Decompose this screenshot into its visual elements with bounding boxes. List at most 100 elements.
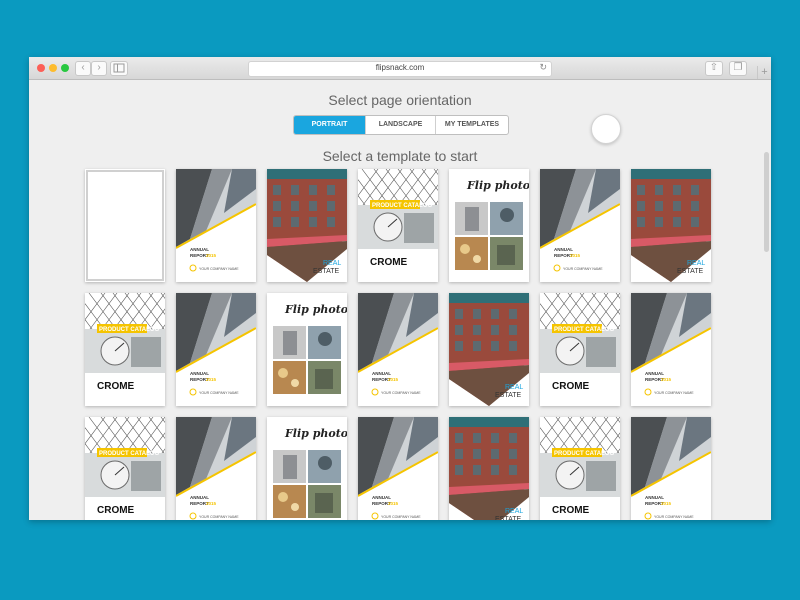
catalog-name-text: CROME bbox=[552, 381, 590, 392]
template-catalog[interactable]: PRODUCT CATALOG CROME bbox=[85, 417, 165, 520]
template-catalog[interactable]: PRODUCT CATALOG CROME bbox=[540, 293, 620, 406]
template-estate[interactable]: REAL ESTATE bbox=[631, 169, 711, 282]
annual-title-text: ANNUAL bbox=[645, 495, 664, 500]
template-annual-preview: ANNUALREPORT2015YOUR COMPANY NAME bbox=[176, 293, 256, 406]
template-blank[interactable] bbox=[85, 169, 165, 282]
template-catalog-preview: PRODUCT CATALOG CROME bbox=[85, 293, 165, 406]
template-estate-preview: REALESTATE bbox=[449, 417, 529, 520]
annual-year-text: 2015 bbox=[661, 377, 672, 382]
catalog-name-text: CROME bbox=[552, 505, 590, 516]
scrollbar[interactable] bbox=[764, 152, 769, 252]
annual-title-text: ANNUAL bbox=[372, 371, 391, 376]
annual-company-text: YOUR COMPANY NAME bbox=[654, 391, 694, 395]
estate-line2-text: ESTATE bbox=[313, 268, 340, 275]
template-annual-preview: ANNUALREPORT2015YOUR COMPANY NAME bbox=[540, 169, 620, 282]
plus-icon: + bbox=[761, 66, 768, 78]
template-annual[interactable]: ANNUAL REPORT 2015 YOUR COMPANY NAME bbox=[358, 293, 438, 406]
template-estate[interactable]: REAL ESTATE bbox=[449, 417, 529, 520]
chevron-left-icon: ‹ bbox=[81, 62, 85, 73]
share-button[interactable]: ⇧ bbox=[705, 61, 723, 76]
annual-title-text: ANNUAL bbox=[190, 495, 209, 500]
template-annual-preview: ANNUALREPORT2015YOUR COMPANY NAME bbox=[631, 293, 711, 406]
address-bar[interactable]: flipsnack.com ↻ bbox=[248, 61, 552, 77]
template-annual-preview: ANNUALREPORT2015YOUR COMPANY NAME bbox=[631, 417, 711, 520]
template-estate-preview: REALESTATE bbox=[449, 293, 529, 406]
annual-company-text: YOUR COMPANY NAME bbox=[381, 391, 421, 395]
catalog-name-text: CROME bbox=[97, 505, 135, 516]
annual-company-text: YOUR COMPANY NAME bbox=[199, 515, 239, 519]
estate-line1-text: REAL bbox=[505, 384, 523, 391]
template-catalog-preview: PRODUCT CATALOG CROME bbox=[358, 169, 438, 282]
template-annual[interactable]: ANNUAL REPORT 2015 YOUR COMPANY NAME bbox=[358, 417, 438, 520]
template-estate[interactable]: REAL ESTATE bbox=[267, 169, 347, 282]
tab-landscape[interactable]: LANDSCAPE bbox=[365, 116, 435, 134]
template-estate-preview: REALESTATE bbox=[267, 169, 347, 282]
annual-year-text: 2015 bbox=[206, 501, 217, 506]
reload-icon[interactable]: ↻ bbox=[539, 62, 547, 73]
close-window-button[interactable] bbox=[37, 64, 45, 72]
tabs-overview-button[interactable]: ❐ bbox=[729, 61, 747, 76]
template-annual[interactable]: ANNUAL REPORT 2015 YOUR COMPANY NAME bbox=[176, 293, 256, 406]
template-flip-preview: Flip photos bbox=[267, 417, 347, 520]
template-flip[interactable]: Flip photos bbox=[267, 293, 347, 406]
flip-title-text: Flip photos bbox=[284, 303, 347, 316]
catalog-name-text: CROME bbox=[97, 381, 135, 392]
annual-company-text: YOUR COMPANY NAME bbox=[199, 391, 239, 395]
template-annual[interactable]: ANNUAL REPORT 2015 YOUR COMPANY NAME bbox=[176, 417, 256, 520]
template-annual[interactable]: ANNUAL REPORT 2015 YOUR COMPANY NAME bbox=[631, 417, 711, 520]
template-annual-preview: ANNUALREPORT2015YOUR COMPANY NAME bbox=[358, 293, 438, 406]
chevron-right-icon: › bbox=[97, 62, 101, 73]
sidebar-toggle-button[interactable] bbox=[110, 61, 128, 76]
tabs-icon: ❐ bbox=[733, 62, 743, 73]
template-annual-preview: ANNUALREPORT2015YOUR COMPANY NAME bbox=[358, 417, 438, 520]
back-button[interactable]: ‹ bbox=[75, 61, 91, 76]
annual-year-text: 2015 bbox=[388, 377, 399, 382]
template-annual[interactable]: ANNUAL REPORT 2015 YOUR COMPANY NAME bbox=[631, 293, 711, 406]
flip-title-text: Flip photos bbox=[466, 179, 529, 192]
address-url: flipsnack.com bbox=[375, 63, 425, 72]
template-annual[interactable]: ANNUAL REPORT 2015 YOUR COMPANY NAME bbox=[540, 169, 620, 282]
annual-title-text: ANNUAL bbox=[190, 371, 209, 376]
estate-line2-text: ESTATE bbox=[495, 392, 522, 399]
annual-year-text: 2015 bbox=[570, 253, 581, 258]
forward-button[interactable]: › bbox=[91, 61, 107, 76]
catalog-title-text: PRODUCT CATALOG bbox=[372, 203, 432, 209]
share-icon: ⇧ bbox=[709, 62, 719, 73]
template-estate[interactable]: REAL ESTATE bbox=[449, 293, 529, 406]
template-flip[interactable]: Flip photos bbox=[267, 417, 347, 520]
catalog-title-text: PRODUCT CATALOG bbox=[99, 451, 159, 457]
minimize-window-button[interactable] bbox=[49, 64, 57, 72]
annual-title-text: ANNUAL bbox=[554, 247, 573, 252]
browser-toolbar: ‹ › flipsnack.com ↻ ⇧ ❐ + bbox=[29, 57, 771, 80]
estate-line1-text: REAL bbox=[505, 508, 523, 515]
catalog-title-text: PRODUCT CATALOG bbox=[99, 327, 159, 333]
estate-line2-text: ESTATE bbox=[495, 516, 522, 520]
template-flip-preview: Flip photos bbox=[267, 293, 347, 406]
template-catalog[interactable]: PRODUCT CATALOG CROME bbox=[358, 169, 438, 282]
estate-line2-text: ESTATE bbox=[677, 268, 704, 275]
catalog-title-text: PRODUCT CATALOG bbox=[554, 327, 614, 333]
estate-line1-text: REAL bbox=[687, 260, 705, 267]
sidebar-icon bbox=[113, 63, 125, 73]
orientation-tabs: PORTRAIT LANDSCAPE MY TEMPLATES bbox=[293, 115, 509, 135]
template-annual-preview: ANNUALREPORT2015YOUR COMPANY NAME bbox=[176, 169, 256, 282]
template-flip[interactable]: Flip photos bbox=[449, 169, 529, 282]
template-annual[interactable]: ANNUAL REPORT 2015 YOUR COMPANY NAME bbox=[176, 169, 256, 282]
template-catalog[interactable]: PRODUCT CATALOG CROME bbox=[85, 293, 165, 406]
tab-portrait[interactable]: PORTRAIT bbox=[294, 116, 365, 134]
template-catalog-preview: PRODUCT CATALOG CROME bbox=[85, 417, 165, 520]
tab-my-templates[interactable]: MY TEMPLATES bbox=[435, 116, 508, 134]
browser-window: ‹ › flipsnack.com ↻ ⇧ ❐ + Select page or… bbox=[29, 57, 771, 520]
annual-title-text: ANNUAL bbox=[190, 247, 209, 252]
template-catalog-preview: PRODUCT CATALOG CROME bbox=[540, 417, 620, 520]
template-catalog-preview: PRODUCT CATALOG CROME bbox=[540, 293, 620, 406]
catalog-name-text: CROME bbox=[370, 257, 408, 268]
flip-title-text: Flip photos bbox=[284, 427, 347, 440]
zoom-window-button[interactable] bbox=[61, 64, 69, 72]
annual-year-text: 2015 bbox=[661, 501, 672, 506]
orientation-title: Select page orientation bbox=[328, 92, 472, 108]
template-catalog[interactable]: PRODUCT CATALOG CROME bbox=[540, 417, 620, 520]
new-tab-button[interactable]: + bbox=[757, 66, 771, 79]
annual-title-text: ANNUAL bbox=[372, 495, 391, 500]
template-estate-preview: REALESTATE bbox=[631, 169, 711, 282]
